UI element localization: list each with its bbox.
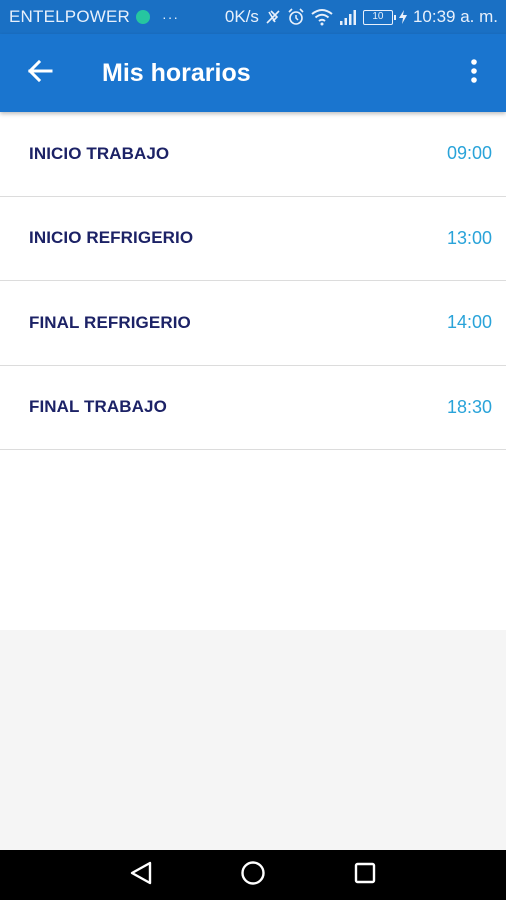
nav-home-button[interactable] [236, 858, 270, 892]
schedule-item-inicio-trabajo[interactable]: INICIO TRABAJO 09:00 [0, 112, 506, 197]
status-left: ENTELPOWER ··· [9, 7, 179, 27]
more-notifications-icon: ··· [162, 9, 180, 25]
circle-home-icon [240, 860, 266, 891]
nav-back-button[interactable] [124, 858, 158, 892]
charging-icon [398, 10, 407, 24]
schedule-item-label: FINAL REFRIGERIO [29, 312, 191, 332]
system-nav-bar [0, 850, 506, 900]
schedule-item-label: FINAL TRABAJO [29, 397, 167, 417]
status-bar: ENTELPOWER ··· 0K/s 10 10:39 a. m. [0, 0, 506, 34]
schedule-item-time: 13:00 [446, 227, 492, 248]
schedule-item-final-refrigerio[interactable]: FINAL REFRIGERIO 14:00 [0, 281, 506, 366]
network-speed: 0K/s [224, 7, 259, 26]
carrier-name: ENTELPOWER [9, 7, 131, 26]
overflow-menu-button[interactable] [454, 43, 494, 103]
status-right: 0K/s 10 10:39 a. m. [225, 7, 498, 27]
arrow-back-icon [27, 59, 53, 88]
schedule-item-time: 09:00 [446, 143, 492, 164]
back-button[interactable] [10, 43, 70, 103]
app-bar: Mis horarios [0, 34, 506, 112]
square-recents-icon [353, 861, 377, 890]
nav-recents-button[interactable] [348, 858, 382, 892]
schedule-list: INICIO TRABAJO 09:00 INICIO REFRIGERIO 1… [0, 112, 506, 630]
schedule-item-label: INICIO REFRIGERIO [29, 228, 194, 248]
signal-icon [339, 9, 357, 25]
more-vert-icon [470, 58, 478, 89]
vibrate-off-icon [265, 9, 281, 25]
triangle-back-icon [128, 860, 154, 891]
schedule-item-time: 14:00 [446, 312, 492, 333]
page-title: Mis horarios [102, 58, 251, 87]
alarm-icon [287, 8, 305, 26]
clock: 10:39 a. m. [412, 7, 498, 26]
schedule-item-time: 18:30 [446, 396, 492, 417]
battery-icon: 10 [362, 9, 396, 25]
schedule-item-final-trabajo[interactable]: FINAL TRABAJO 18:30 [0, 366, 506, 450]
app-notification-icon [136, 10, 151, 24]
schedule-item-label: INICIO TRABAJO [29, 143, 170, 163]
wifi-icon [311, 8, 333, 26]
schedule-item-inicio-refrigerio[interactable]: INICIO REFRIGERIO 13:00 [0, 197, 506, 281]
